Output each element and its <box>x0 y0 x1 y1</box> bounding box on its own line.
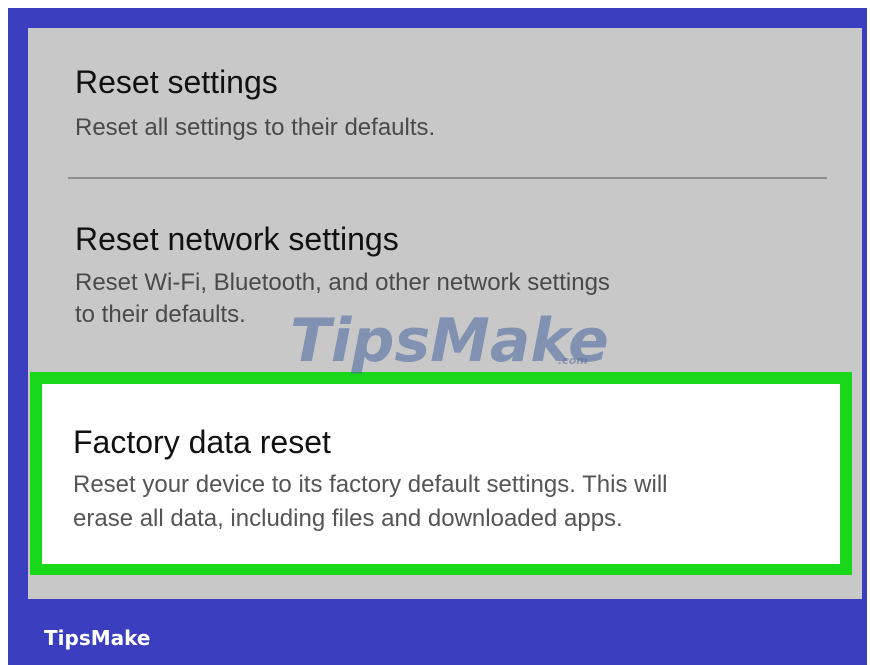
brand-label: TipsMake <box>44 626 151 650</box>
watermark-logo: TipsMake .com <box>290 306 610 376</box>
reset-settings-description-line: Reset all settings to their defaults. <box>75 114 436 141</box>
reset-settings-title: Reset settings <box>75 64 278 100</box>
factory-data-reset-item[interactable]: Factory data reset Reset your device to … <box>42 384 840 564</box>
reset-network-settings-description-line: Reset Wi-Fi, Bluetooth, and other networ… <box>75 269 610 296</box>
factory-data-reset-description-line: erase all data, including files and down… <box>73 505 623 532</box>
factory-data-reset-description: Reset your device to its factory default… <box>73 468 667 536</box>
reset-settings-description: Reset all settings to their defaults. <box>75 112 435 144</box>
factory-data-reset-description-line: Reset your device to its factory default… <box>73 471 668 498</box>
reset-network-settings-title: Reset network settings <box>75 221 399 257</box>
watermark-suffix: .com <box>558 354 588 367</box>
reset-settings-item[interactable]: Reset settings Reset all settings to the… <box>28 28 862 178</box>
factory-data-reset-title: Factory data reset <box>73 424 331 460</box>
factory-data-reset-highlight: Factory data reset Reset your device to … <box>30 372 852 575</box>
